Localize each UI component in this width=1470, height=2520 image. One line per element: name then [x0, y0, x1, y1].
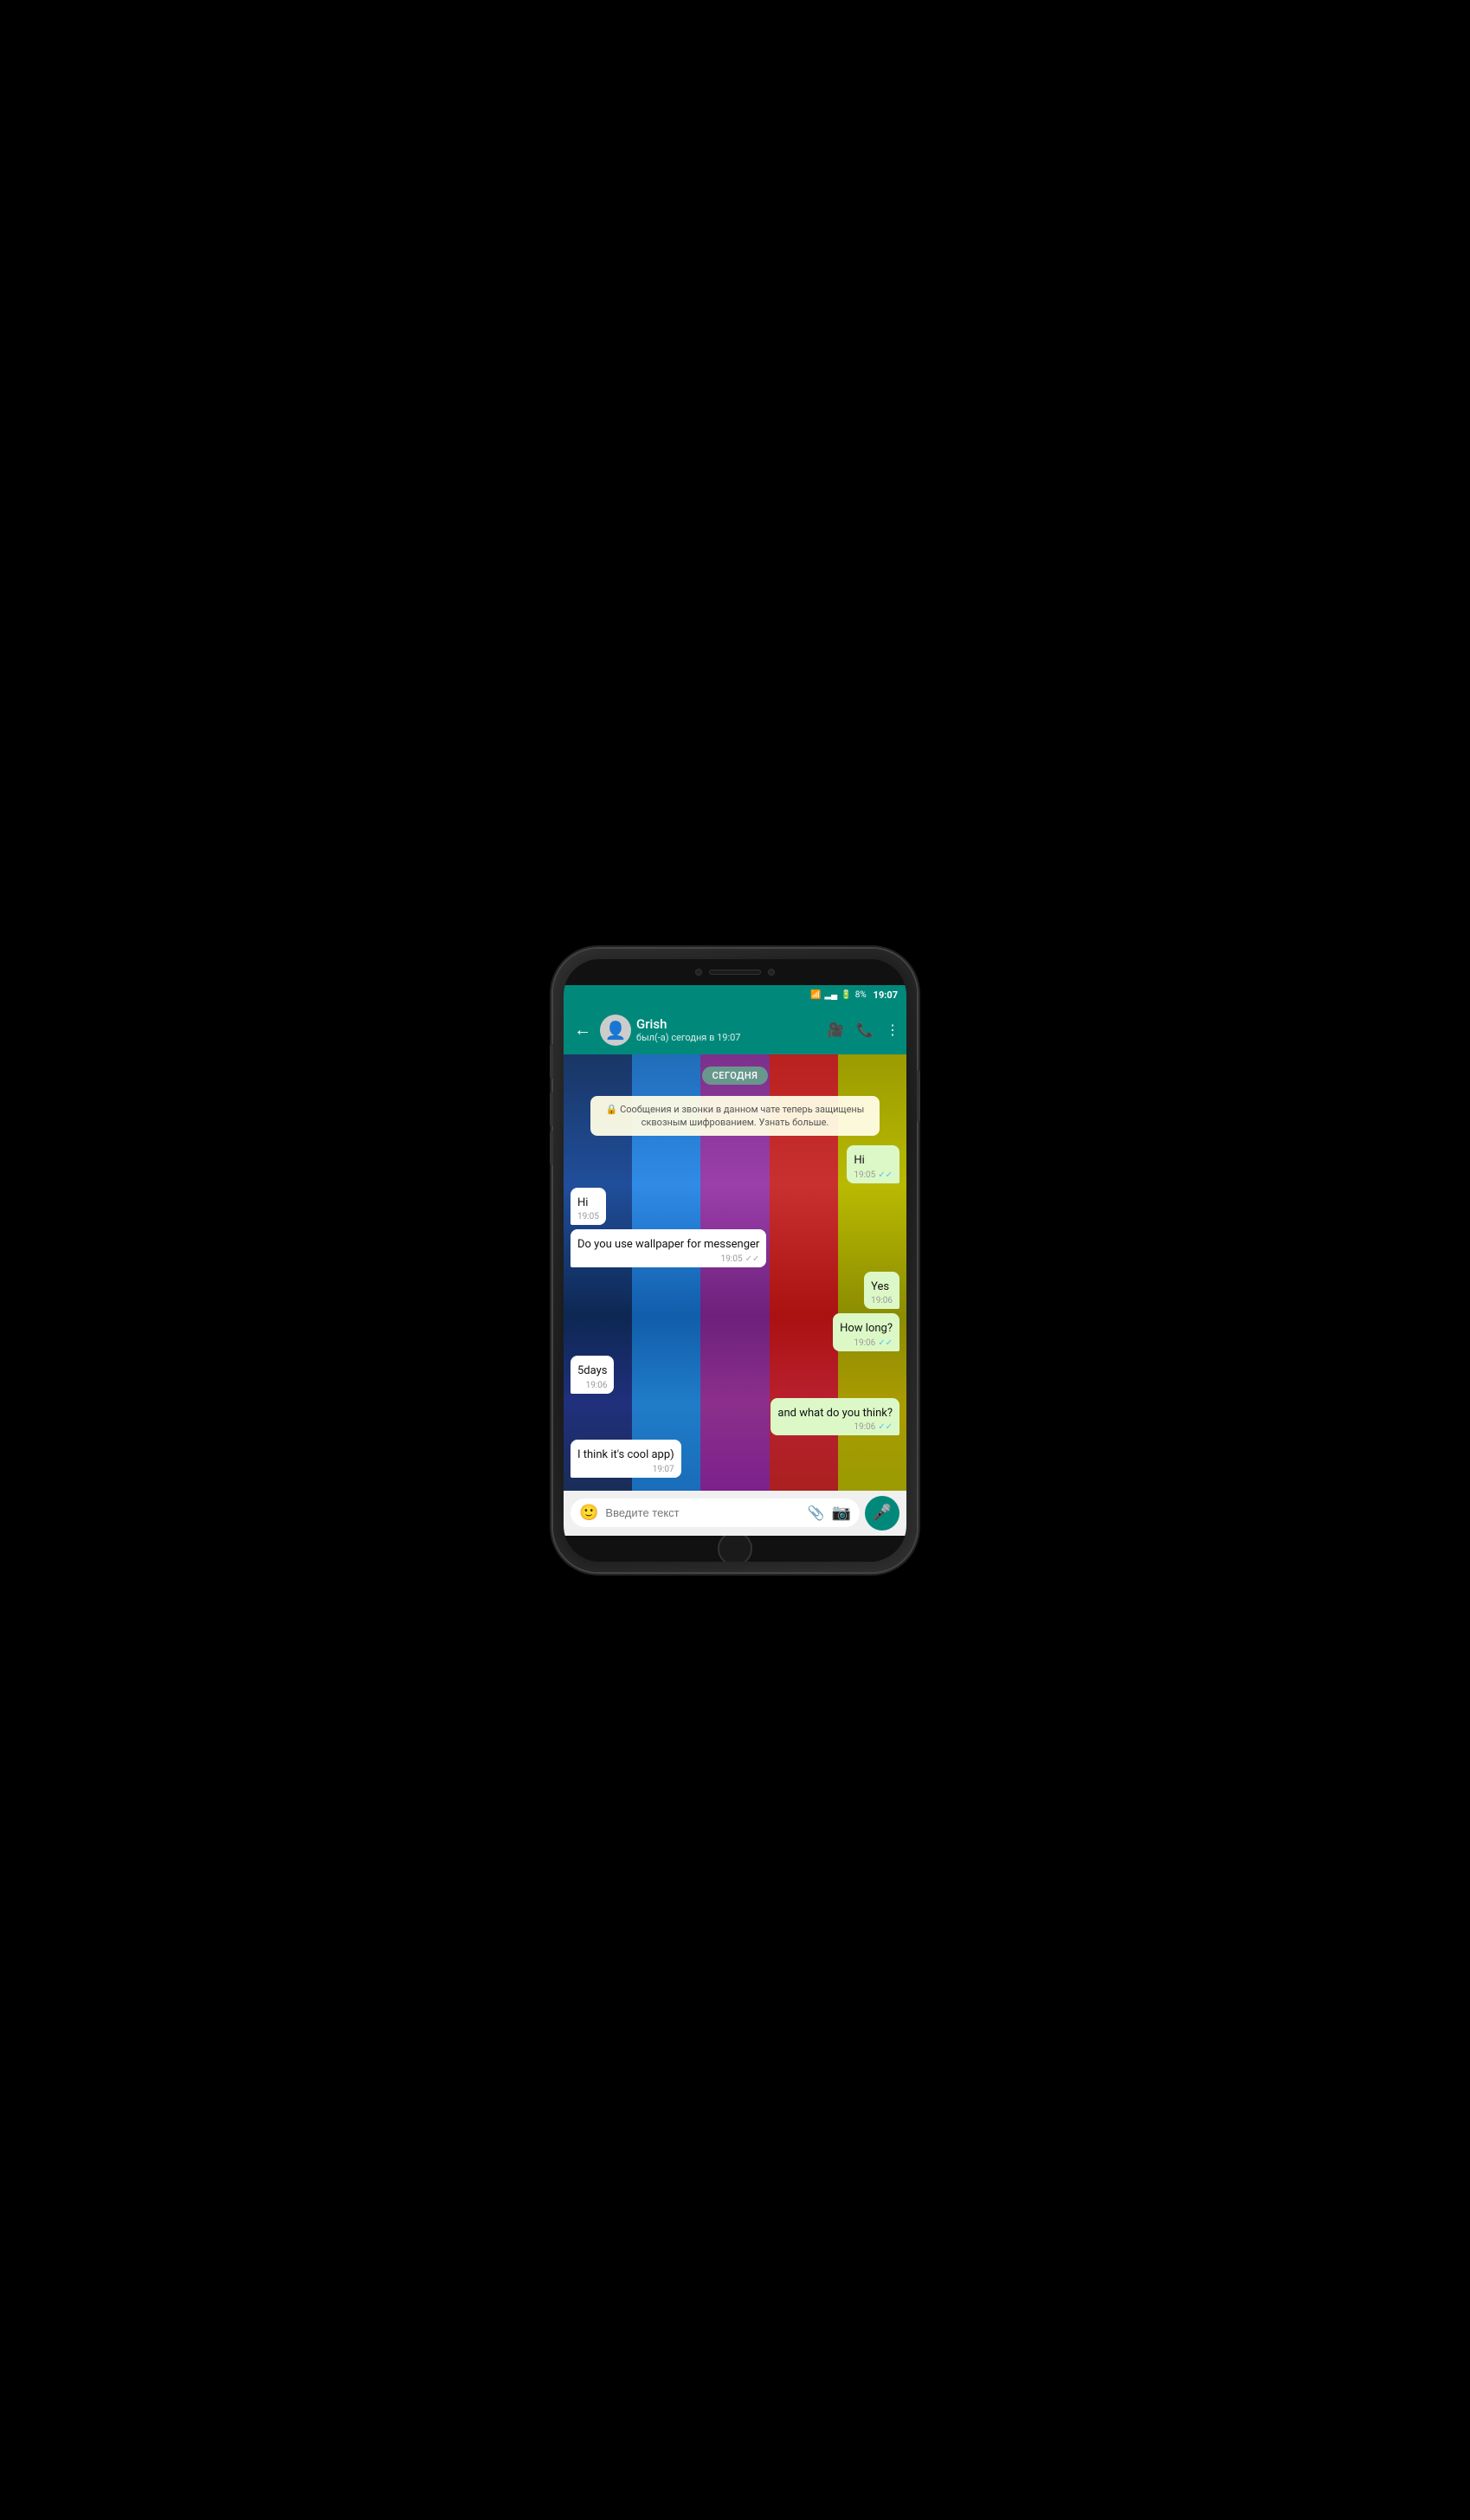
mic-button[interactable]: 🎤 — [865, 1496, 899, 1531]
battery-percent: 8% — [855, 990, 867, 1000]
message-text-2: Hi — [577, 1196, 588, 1209]
message-text-5: How long? — [840, 1322, 893, 1335]
message-bubble-3: Do you use wallpaper for messenger 19:05… — [571, 1229, 766, 1267]
attach-button[interactable]: 📎 — [808, 1505, 825, 1521]
message-meta-5: 19:06 ✓✓ — [840, 1338, 893, 1348]
avatar-icon: 👤 — [605, 1020, 627, 1041]
status-bar: 📶 ▂▄ 🔋 8% 19:07 — [564, 985, 906, 1006]
input-wrapper: 🙂 📎 📷 — [571, 1498, 860, 1527]
message-bubble-8: I think it's cool app) 19:07 — [571, 1440, 681, 1478]
status-time: 19:07 — [874, 989, 898, 1001]
message-meta-6: 19:06 — [577, 1381, 607, 1390]
message-row-2: Hi 19:05 — [571, 1188, 899, 1226]
more-options-button[interactable]: ⋮ — [886, 1022, 899, 1038]
contact-avatar[interactable]: 👤 — [600, 1015, 631, 1046]
message-time-6: 19:06 — [586, 1381, 608, 1390]
phone-device: 📶 ▂▄ 🔋 8% 19:07 ← 👤 Grish был(-а) сегодн… — [553, 949, 917, 1572]
chat-body: СЕГОДНЯ 🔒 Сообщения и звонки в данном ча… — [564, 1054, 906, 1491]
emoji-button[interactable]: 🙂 — [579, 1504, 598, 1522]
message-time-1: 19:05 — [854, 1170, 875, 1180]
message-time-3: 19:05 — [721, 1254, 743, 1264]
tick-icon-5: ✓✓ — [878, 1338, 893, 1348]
message-meta-8: 19:07 — [577, 1465, 674, 1474]
message-row-1: Hi 19:05 ✓✓ — [571, 1145, 899, 1183]
video-call-button[interactable]: 🎥 — [827, 1022, 844, 1038]
message-row-3: Do you use wallpaper for messenger 19:05… — [571, 1229, 899, 1267]
front-camera — [695, 969, 702, 976]
message-time-8: 19:07 — [653, 1465, 674, 1474]
message-time-4: 19:06 — [871, 1296, 893, 1305]
phone-screen: 📶 ▂▄ 🔋 8% 19:07 ← 👤 Grish был(-а) сегодн… — [564, 959, 906, 1562]
tick-icon-7: ✓✓ — [878, 1422, 893, 1432]
signal-icon: ▂▄ — [824, 990, 837, 1000]
input-bar: 🙂 📎 📷 🎤 — [564, 1491, 906, 1536]
chat-messages: СЕГОДНЯ 🔒 Сообщения и звонки в данном ча… — [564, 1054, 906, 1483]
speaker-grille — [709, 970, 761, 975]
message-text-8: I think it's cool app) — [577, 1448, 674, 1461]
message-meta-1: 19:05 ✓✓ — [854, 1170, 893, 1180]
message-bubble-5: How long? 19:06 ✓✓ — [833, 1313, 899, 1351]
message-text-4: Yes — [871, 1280, 889, 1293]
mic-icon: 🎤 — [873, 1504, 892, 1522]
phone-bottom-bar — [564, 1536, 906, 1562]
contact-status: был(-а) сегодня в 19:07 — [636, 1032, 822, 1043]
chat-header: ← 👤 Grish был(-а) сегодня в 19:07 🎥 📞 ⋮ — [564, 1006, 906, 1054]
message-bubble-7: and what do you think? 19:06 ✓✓ — [770, 1398, 899, 1436]
tick-icon-3: ✓✓ — [745, 1254, 760, 1264]
message-bubble-2: Hi 19:05 — [571, 1188, 606, 1226]
message-meta-7: 19:06 ✓✓ — [777, 1422, 893, 1432]
message-text-7: and what do you think? — [777, 1407, 893, 1420]
message-time-2: 19:05 — [577, 1212, 599, 1221]
wifi-icon: 📶 — [810, 990, 821, 1000]
message-row-8: I think it's cool app) 19:07 — [571, 1440, 899, 1478]
message-time-7: 19:06 — [854, 1422, 875, 1432]
message-meta-2: 19:05 — [577, 1212, 599, 1221]
home-button[interactable] — [718, 1531, 752, 1562]
back-button[interactable]: ← — [571, 1015, 595, 1044]
phone-top-bar — [564, 959, 906, 985]
header-icons: 🎥 📞 ⋮ — [827, 1022, 899, 1038]
sensor — [768, 969, 775, 976]
message-meta-4: 19:06 — [871, 1296, 893, 1305]
battery-icon: 🔋 — [841, 990, 851, 1000]
status-icons: 📶 ▂▄ 🔋 8% 19:07 — [810, 989, 898, 1001]
date-badge: СЕГОДНЯ — [702, 1067, 769, 1085]
message-row-4: Yes 19:06 — [571, 1272, 899, 1310]
message-bubble-6: 5days 19:06 — [571, 1356, 614, 1394]
contact-info[interactable]: Grish был(-а) сегодня в 19:07 — [636, 1016, 822, 1043]
message-bubble-1: Hi 19:05 ✓✓ — [847, 1145, 899, 1183]
message-row-5: How long? 19:06 ✓✓ — [571, 1313, 899, 1351]
message-time-5: 19:06 — [854, 1338, 875, 1348]
contact-name: Grish — [636, 1016, 822, 1032]
message-bubble-4: Yes 19:06 — [864, 1272, 899, 1310]
call-button[interactable]: 📞 — [856, 1022, 874, 1038]
message-input[interactable] — [605, 1506, 800, 1519]
message-row-6: 5days 19:06 — [571, 1356, 899, 1394]
message-text-3: Do you use wallpaper for messenger — [577, 1238, 759, 1251]
message-row-7: and what do you think? 19:06 ✓✓ — [571, 1398, 899, 1436]
encryption-notice: 🔒 Сообщения и звонки в данном чате тепер… — [590, 1096, 880, 1137]
message-text-1: Hi — [854, 1154, 864, 1167]
message-meta-3: 19:05 ✓✓ — [577, 1254, 759, 1264]
tick-icon-1: ✓✓ — [878, 1170, 893, 1180]
message-text-6: 5days — [577, 1364, 607, 1377]
camera-button[interactable]: 📷 — [832, 1504, 851, 1522]
